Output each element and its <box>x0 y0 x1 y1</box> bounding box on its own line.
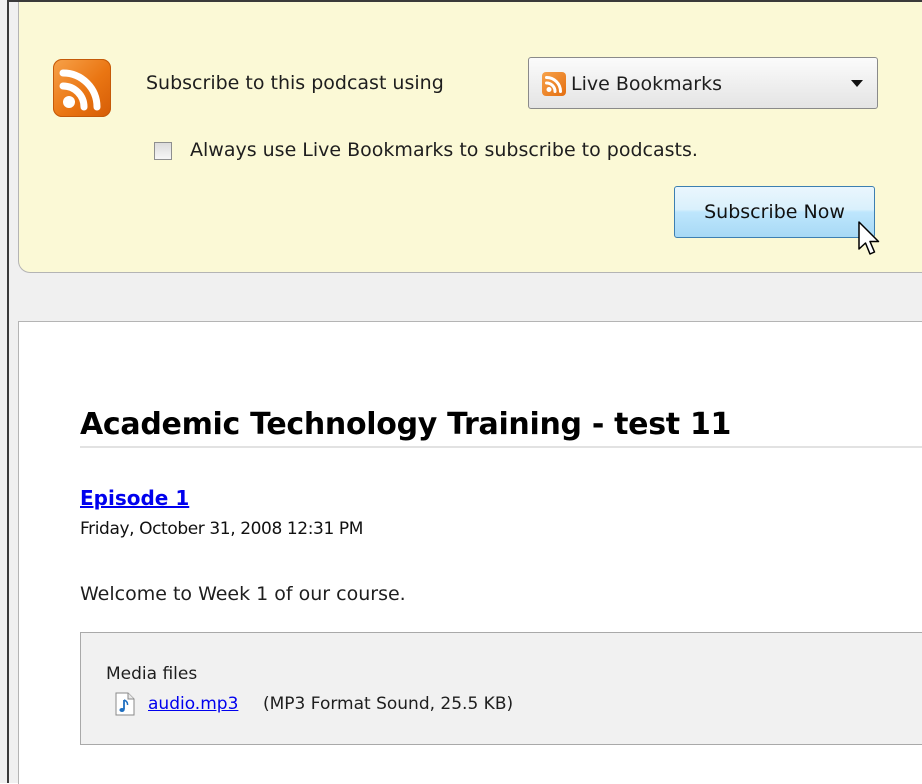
episode-date: Friday, October 31, 2008 12:31 PM <box>80 519 363 539</box>
episode-description: Welcome to Week 1 of our course. <box>80 583 406 605</box>
window-border-left <box>7 0 9 783</box>
media-files-box <box>80 632 922 745</box>
mouse-pointer-icon <box>858 221 880 255</box>
subscribe-now-button[interactable]: Subscribe Now <box>674 186 875 238</box>
always-use-label[interactable]: Always use Live Bookmarks to subscribe t… <box>190 139 698 161</box>
feed-title: Academic Technology Training - test 11 <box>80 407 732 442</box>
rss-feed-icon <box>542 72 566 96</box>
rss-feed-icon <box>53 59 111 117</box>
episode-title-link[interactable]: Episode 1 <box>80 486 189 510</box>
audio-file-icon <box>115 692 135 716</box>
always-use-checkbox[interactable] <box>154 142 172 160</box>
feed-reader-select[interactable]: Live Bookmarks <box>528 57 878 109</box>
media-files-heading: Media files <box>106 664 198 684</box>
media-file-meta: (MP3 Format Sound, 25.5 KB) <box>263 694 514 714</box>
subscribe-label: Subscribe to this podcast using <box>146 72 444 94</box>
chevron-down-icon <box>851 80 863 87</box>
media-file-link[interactable]: audio.mp3 <box>148 694 238 714</box>
feed-reader-selected-value: Live Bookmarks <box>571 73 722 95</box>
title-divider <box>80 446 922 448</box>
